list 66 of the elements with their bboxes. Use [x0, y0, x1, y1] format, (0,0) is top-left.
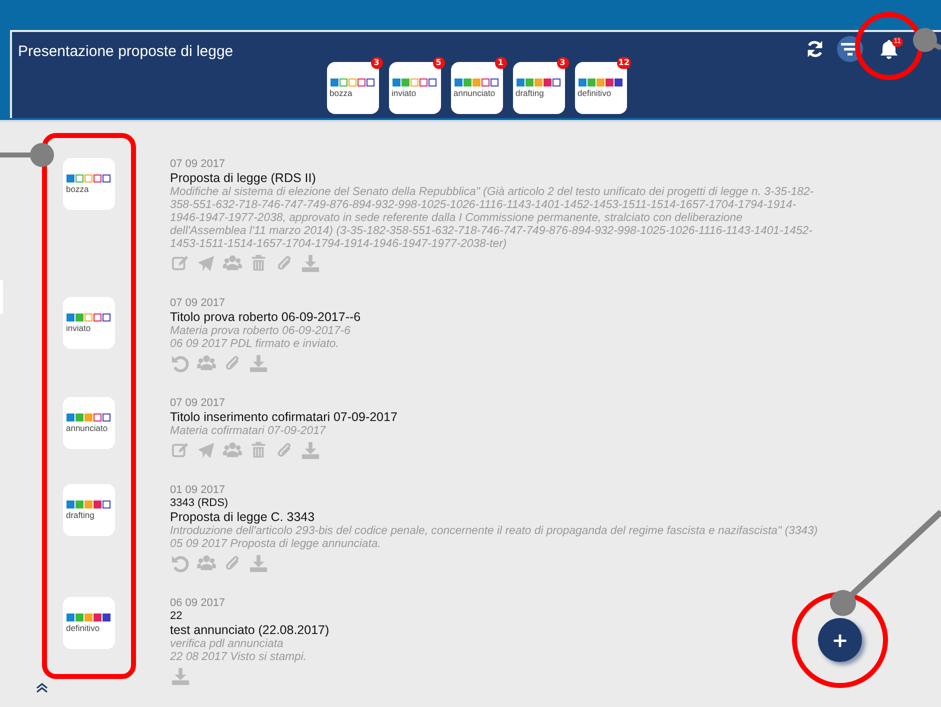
leader-line: [913, 28, 941, 52]
undo-icon[interactable]: [170, 354, 190, 373]
proposal-date: 07 09 2017: [170, 158, 226, 171]
download-icon[interactable]: [248, 354, 268, 373]
proposal-date: 07 09 2017: [170, 297, 226, 310]
proposal-note: Modifiche al sistema di elezione del Senato della Repubblica" (Già articolo 2 del testo unificato dei progetti di legge n. 3-35-182-358-551-632-718-746-747-749-876-894-932-998-1025-1026-1116-1143-1401-1452-1453-1511-1514-1657-1704-1794-1914-1946-1947-1977-2038, approvato in sede referente dalla I Commissione permanente, stralciato con deliberazione dell'Assemblea l'11 marzo 2014) (3-35-182-358-551-632-718-746-747-749-876-894-932-998-1025-1026-1116-1143-1401-1452-1453-1511-1514-1657-1704-1794-1914-1946-1947-1977-2038-ter): [170, 186, 815, 251]
status-label: inviato: [66, 323, 91, 333]
proposal-date: 01 09 2017: [170, 484, 226, 497]
proposal-title: Proposta di legge (RDS II): [170, 171, 317, 186]
status-squares-icon: [66, 613, 111, 622]
proposal-date: 07 09 2017: [170, 397, 226, 410]
status-label: annunciato: [66, 423, 108, 433]
leader-line: [0, 143, 54, 167]
edit-icon[interactable]: [170, 441, 190, 460]
status-squares-icon: [66, 174, 111, 183]
status-label: bozza: [330, 88, 352, 98]
people-icon[interactable]: [222, 254, 242, 273]
count-badge: 5: [432, 57, 444, 69]
edit-icon[interactable]: [170, 254, 190, 273]
count-badge: 3: [370, 57, 382, 69]
add-button[interactable]: +: [818, 618, 862, 662]
download-icon[interactable]: [300, 441, 320, 460]
status-label: bozza: [66, 184, 89, 194]
status-squares-icon: [516, 78, 560, 87]
status-label: inviato: [392, 88, 416, 98]
status-squares-icon: [66, 313, 111, 322]
status-squares-icon: [66, 500, 111, 509]
proposal-number: 3343 (RDS): [170, 497, 230, 510]
status-label: annunciato: [454, 88, 496, 98]
paper-plane-icon[interactable]: [196, 441, 216, 460]
status-label: definitivo: [578, 88, 612, 98]
scroll-top-button[interactable]: [35, 681, 49, 693]
refresh-icon: [806, 40, 824, 58]
status-squares-icon: [392, 78, 436, 87]
count-badge: 1: [494, 57, 506, 69]
proposal-note: 22 08 2017 Visto si stampi.: [170, 651, 308, 664]
status-label: definitivo: [66, 623, 100, 633]
proposal-number: 22: [170, 610, 184, 623]
count-badge: 3: [556, 57, 568, 69]
people-icon[interactable]: [222, 441, 242, 460]
download-icon[interactable]: [300, 254, 320, 273]
proposal-title: Titolo prova roberto 06-09-2017--6: [170, 310, 362, 325]
proposal-date: 06 09 2017: [170, 597, 226, 610]
proposal-title: Proposta di legge C. 3343: [170, 510, 316, 525]
people-icon[interactable]: [196, 554, 216, 573]
proposal-title: Titolo inserimento cofirmatari 07-09-2017: [170, 410, 398, 425]
proposal-note: 05 09 2017 Proposta di legge annunciata.: [170, 538, 382, 551]
paper-plane-icon[interactable]: [196, 254, 216, 273]
people-icon[interactable]: [196, 354, 216, 373]
undo-icon[interactable]: [170, 554, 190, 573]
proposal-title: test annunciato (22.08.2017): [170, 623, 330, 638]
download-icon[interactable]: [170, 667, 190, 686]
status-squares-icon: [330, 78, 374, 87]
status-label: drafting: [516, 88, 544, 98]
status-squares-icon: [454, 78, 498, 87]
proposal-note: 06 09 2017 PDL firmato e inviato.: [170, 338, 340, 351]
proposal-note: Introduzione dell'articolo 293-bis del codice penale, concernente il reato di propaganda del regime fascista e nazifascista" (3343): [170, 525, 818, 538]
proposal-note: verifica pdl annunciata: [170, 638, 284, 651]
page-title: Presentazione proposte di legge: [18, 42, 234, 60]
status-label: drafting: [66, 510, 94, 520]
status-squares-icon: [578, 78, 622, 87]
download-icon[interactable]: [248, 554, 268, 573]
proposal-note: Materia prova roberto 06-09-2017-6: [170, 325, 352, 338]
count-badge: 12: [617, 57, 630, 69]
proposal-note: Materia cofirmatari 07-09-2017: [170, 425, 327, 438]
status-squares-icon: [66, 413, 111, 422]
